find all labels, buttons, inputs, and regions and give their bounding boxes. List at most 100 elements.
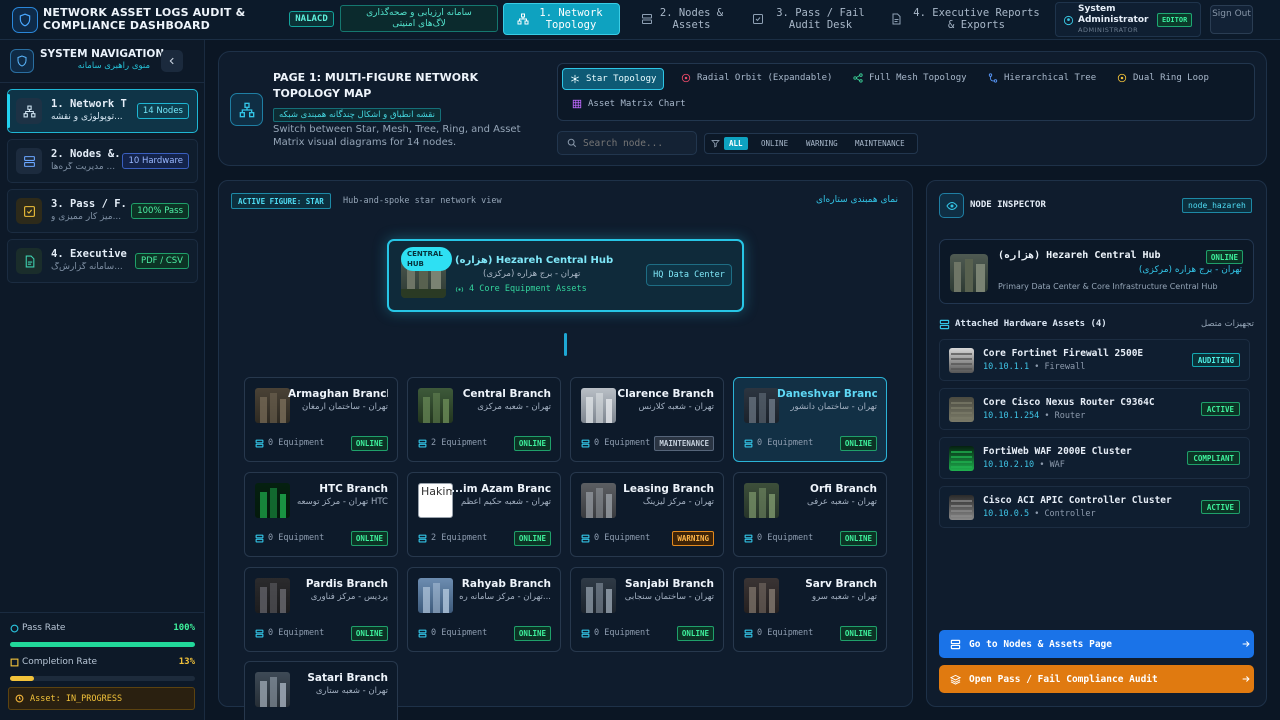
sidebar-item-audit[interactable]: 3. Pass / F... میز کار ممیزی و... 100% P…: [7, 189, 198, 233]
search-box[interactable]: [557, 131, 697, 155]
tab-network-topology[interactable]: 1. Network Topology: [503, 3, 620, 35]
attached-assets-fa: تجهیزات متصل: [1200, 319, 1254, 329]
shield-logo-icon: [12, 7, 38, 33]
server-icon: [744, 439, 753, 447]
figure-star-topology[interactable]: Star Topology: [562, 68, 665, 90]
topology-icon: [517, 13, 529, 25]
asset-photo: [949, 348, 974, 373]
branch-location: تهران - مرکز لیزینگ: [642, 497, 714, 507]
branch-photo: [744, 388, 779, 423]
branch-card[interactable]: Daneshvar Branch تهران - ساختمان دانشور 0 …: [733, 377, 887, 462]
branch-name: Daneshvar Branch: [777, 388, 877, 400]
branch-status-badge: ONLINE: [676, 626, 714, 641]
branch-card[interactable]: Orfi Branch تهران - شعبه عرفی 0 Equipment O…: [733, 472, 887, 557]
tab-nodes-assets[interactable]: 2. Nodes & Assets: [628, 3, 736, 35]
node-name: (هزاره) Hezareh Central Hub: [998, 250, 1161, 261]
branch-card[interactable]: Rahyab Branch تهران - مرکز سامانه ره... 0 …: [407, 567, 561, 652]
figure-description: Hub-and-spoke star network view: [343, 196, 502, 206]
tab-executive-reports[interactable]: 4. Executive Reports & Exports: [884, 3, 1050, 35]
branch-photo: [255, 578, 290, 613]
signout-button[interactable]: Sign Out: [1210, 5, 1253, 34]
search-input[interactable]: [583, 137, 693, 149]
arrow-right-icon: [1242, 641, 1250, 647]
figure-full-mesh[interactable]: Full Mesh Topology: [853, 73, 967, 83]
branch-status-badge: ONLINE: [513, 626, 551, 641]
sidebar-item-sub: مدیریت گره‌ها ...: [51, 162, 116, 172]
sidebar-item-sub: توپولوژی و نقشه...: [51, 112, 123, 122]
tree-icon: [988, 73, 998, 83]
tab-audit-desk[interactable]: 3. Pass / Fail Audit Desk: [742, 3, 880, 35]
branch-equipment: 0 Equipment: [744, 628, 813, 638]
branch-name: Orfi Branch: [810, 483, 877, 495]
asset-meta: 10.10.2.10 • WAF: [983, 460, 1065, 470]
branch-location: تهران - مرکز توسعه HTC: [296, 497, 388, 507]
filter-maintenance[interactable]: MAINTENANCE: [855, 139, 905, 148]
filter-online[interactable]: ONLINE: [761, 139, 788, 148]
server-icon: [16, 148, 42, 174]
user-profile[interactable]: System Administrator ADMINISTRATOR EDITO…: [1055, 2, 1201, 37]
branch-location: تهران - شعبه عرفی: [806, 497, 877, 507]
branch-card[interactable]: HTC Branch تهران - مرکز توسعه HTC 0 Equipm…: [244, 472, 398, 557]
branch-status-badge: ONLINE: [350, 436, 388, 451]
figure-asset-matrix[interactable]: Asset Matrix Chart: [572, 99, 686, 109]
sidebar-item-label: 4. Executive...: [51, 248, 129, 260]
go-to-nodes-button[interactable]: Go to Nodes & Assets Page: [939, 630, 1254, 658]
filter-all[interactable]: ALL: [724, 137, 748, 150]
branch-card[interactable]: Sanjabi Branch تهران - ساختمان سنجابی 0 Eq…: [570, 567, 724, 652]
branch-photo: [255, 483, 290, 518]
broken-image-alt: Hakim: [421, 485, 453, 498]
branch-card[interactable]: Armaghan Branch تهران - ساختمان ارمغان 0 E…: [244, 377, 398, 462]
branch-status-badge: ONLINE: [350, 531, 388, 546]
node-status-badge: ONLINE: [1205, 250, 1243, 264]
filter-icon: [711, 140, 720, 148]
asset-row[interactable]: Cisco ACI APIC Controller Cluster 10.10.0…: [939, 486, 1250, 528]
open-audit-button[interactable]: Open Pass / Fail Compliance Audit: [939, 665, 1254, 693]
branch-card[interactable]: Leasing Branch تهران - مرکز لیزینگ 0 Equip…: [570, 472, 724, 557]
user-shield-icon: [1063, 15, 1074, 26]
sidebar-item-reports[interactable]: 4. Executive... سامانه گزارش‌گ... PDF / …: [7, 239, 198, 283]
server-icon: [255, 534, 264, 542]
branch-name: HTC Branch: [319, 483, 388, 495]
branch-card[interactable]: Sarv Branch تهران - شعبه سرو 0 Equipment ON…: [733, 567, 887, 652]
sidebar-item-sub: سامانه گزارش‌گ...: [51, 262, 123, 272]
hq-data-center-button[interactable]: HQ Data Center: [646, 264, 732, 286]
branch-equipment-count: 0 Equipment: [431, 628, 488, 638]
chip-label: Full Mesh Topology: [869, 73, 967, 83]
collapse-sidebar-button[interactable]: [161, 50, 183, 72]
branch-equipment: 0 Equipment: [581, 533, 650, 543]
sidebar-item-nodes[interactable]: 2. Nodes &... مدیریت گره‌ها ... 10 Hardw…: [7, 139, 198, 183]
asset-row[interactable]: Core Cisco Nexus Router C9364C 10.10.1.25…: [939, 388, 1250, 430]
figure-dual-ring[interactable]: Dual Ring Loop: [1117, 73, 1209, 83]
pass-rate-label: Pass Rate: [22, 623, 66, 633]
fa-badge-line1: سامانه ارزیابی و صحه‌گذاری: [366, 8, 472, 18]
server-icon: [581, 534, 590, 542]
tab-label: 3. Pass / Fail Audit Desk: [776, 7, 865, 31]
asset-photo: [949, 446, 974, 471]
branch-equipment-count: 0 Equipment: [757, 628, 814, 638]
branch-status-badge: ONLINE: [839, 626, 877, 641]
branch-card[interactable]: Satari Branch تهران - شعبه ستاری: [244, 661, 398, 720]
branch-photo: [744, 578, 779, 613]
asset-row[interactable]: Core Fortinet Firewall 2500E 10.10.1.1 • …: [939, 339, 1250, 381]
branch-equipment: 0 Equipment: [255, 438, 324, 448]
branch-status-badge: ONLINE: [513, 436, 551, 451]
search-icon: [567, 138, 577, 148]
figure-hierarchical-tree[interactable]: Hierarchical Tree: [988, 73, 1096, 83]
filter-warning[interactable]: WARNING: [806, 139, 838, 148]
asset-ip: 10.10.1.254: [983, 411, 1040, 421]
branch-card[interactable]: Central Branch تهران - شعبه مرکزی 2 Equipm…: [407, 377, 561, 462]
branch-card[interactable]: Pardis Branch پردیس - مرکز فناوری 0 Equipm…: [244, 567, 398, 652]
asset-row[interactable]: FortiWeb WAF 2000E Cluster 10.10.2.10 • W…: [939, 437, 1250, 479]
branch-card[interactable]: Clarence Branch تهران - شعبه کلارنس 0 Equi…: [570, 377, 724, 462]
tab-label: 4. Executive Reports & Exports: [913, 7, 1040, 31]
mesh-icon: [853, 73, 863, 83]
clock-icon: [15, 694, 24, 703]
figure-radial-orbit[interactable]: Radial Orbit (Expandable): [681, 73, 832, 83]
sidebar-item-network-topology[interactable]: 1. Network T... توپولوژی و نقشه... 14 No…: [7, 89, 198, 133]
central-hub-card[interactable]: CENTRAL HUB (هزاره) Hezareh Central Hub …: [387, 239, 744, 312]
asset-status: Asset: IN_PROGRESS: [30, 693, 123, 704]
branch-status-badge: MAINTENANCE: [654, 436, 714, 451]
asset-photo: [949, 495, 974, 520]
branch-card[interactable]: Hakim ...im Azam Branch تهران - شعبه حکیم …: [407, 472, 561, 557]
branch-photo: [744, 483, 779, 518]
